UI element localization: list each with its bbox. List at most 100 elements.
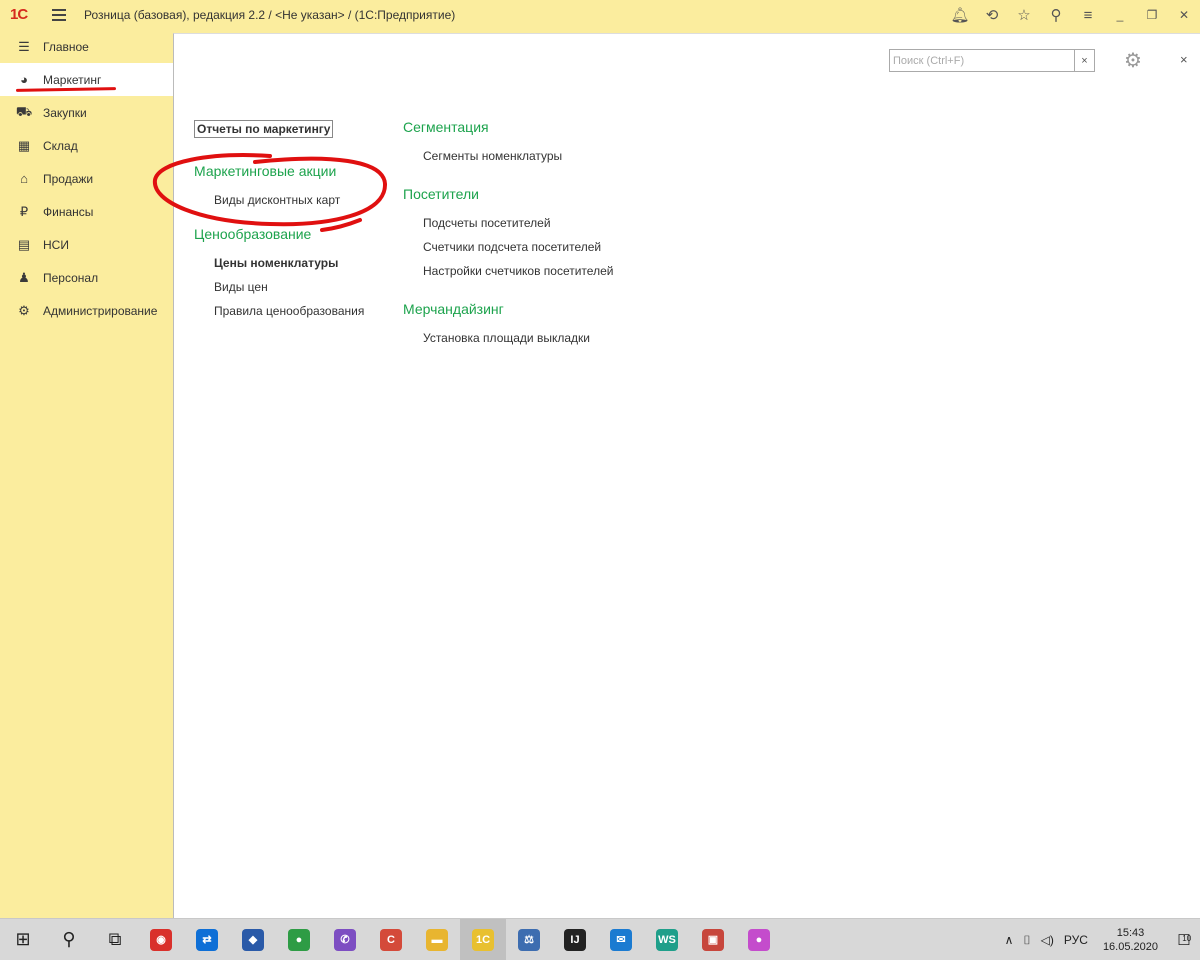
red-underline-annotation <box>15 87 117 92</box>
menu-link[interactable]: Виды цен <box>194 275 384 299</box>
windows-taskbar: ⊞ ⚲ ⧉ ◉ ⇄ ◆ ● ✆ C ▬ 1С ⚖ IJ ✉ WS ▣ ● ∧ ⌷ ◁) РУС 15:43 16… <box>0 918 1200 960</box>
menu-icon: ☰ <box>18 38 30 54</box>
sidebar-item[interactable]: ☰ Главное <box>0 30 173 63</box>
app-red[interactable]: ◉ <box>138 919 184 960</box>
search-button-icon: ⚲ <box>62 929 76 949</box>
search-input[interactable] <box>890 50 1074 71</box>
search-icon[interactable]: ⚲ <box>1040 0 1072 30</box>
bell-icon[interactable]: 🔔︎ <box>944 0 976 30</box>
sidebar-item-label: Администрирование <box>43 303 158 318</box>
app-intellij-icon: IJ <box>564 928 586 951</box>
menu-link[interactable]: Правила ценообразования <box>194 299 384 323</box>
volume-icon[interactable]: ◁) <box>1036 933 1059 947</box>
search-box: × <box>889 49 1095 72</box>
sidebar-item[interactable]: ⌂ Продажи <box>0 162 173 195</box>
marketing-reports-button[interactable]: Отчеты по маркетингу <box>194 120 334 138</box>
app-c-icon: C <box>380 928 402 951</box>
start-button[interactable]: ⊞ <box>0 919 46 960</box>
sidebar-item-label: Финансы <box>43 204 94 219</box>
app-blue-icon: ◆ <box>242 928 264 951</box>
sidebar-item[interactable]: ◕ Маркетинг <box>0 63 173 96</box>
sidebar-item[interactable]: ⚙ Администрирование <box>0 294 173 327</box>
sidebar-item-label: Главное <box>43 39 89 54</box>
sidebar-item[interactable]: ▤ НСИ <box>0 228 173 261</box>
sidebar-item-label: Маркетинг <box>43 72 102 87</box>
tray-chevron-icon[interactable]: ∧ <box>1000 933 1019 947</box>
pie-chart-icon: ◕ <box>20 72 28 87</box>
sidebar-item[interactable]: ⛟ Закупки <box>0 96 173 129</box>
menu-link[interactable]: Сегменты номенклатуры <box>403 144 663 168</box>
title-bar: 1С Розница (базовая), редакция 2.2 / <Не… <box>0 0 1200 30</box>
notification-count: 10 <box>1182 934 1192 943</box>
app-fns[interactable]: ⚖ <box>506 919 552 960</box>
catalog-icon: ▤ <box>17 236 31 252</box>
app-c[interactable]: C <box>368 919 414 960</box>
app-viber-icon: ✆ <box>334 928 356 951</box>
app-1c[interactable]: 1С <box>460 918 506 960</box>
app-blue[interactable]: ◆ <box>230 919 276 960</box>
star-icon[interactable]: ☆ <box>1008 0 1040 30</box>
menu-group: Мерчандайзинг Установка площади выкладки <box>403 300 663 350</box>
clock[interactable]: 15:43 16.05.2020 <box>1093 926 1168 954</box>
column-right: Сегментация Сегменты номенклатуры Посетите… <box>403 118 663 367</box>
history-icon[interactable]: ⟲ <box>976 0 1008 30</box>
search-button[interactable]: ⚲ <box>46 919 92 960</box>
basket-icon: ⌂ <box>20 171 28 186</box>
app-intellij[interactable]: IJ <box>552 919 598 960</box>
ruble-icon: ₽ <box>19 203 29 219</box>
close-panel-button[interactable]: × <box>1180 52 1188 67</box>
menu-link[interactable]: Подсчеты посетителей <box>403 211 663 235</box>
app-drop-icon: ● <box>748 928 770 951</box>
sections-sidebar: ☰ Главное ◕ Маркетинг ⛟ Закупки ▦ Склад ⌂ Продажи… <box>0 30 173 918</box>
menu-link[interactable]: Настройки счетчиков посетителей <box>403 259 663 283</box>
app-explorer[interactable]: ▬ <box>414 919 460 960</box>
app-1c-icon: 1С <box>472 928 494 951</box>
app-drop[interactable]: ● <box>736 919 782 960</box>
restore-icon[interactable]: ❐ <box>1136 0 1168 30</box>
sidebar-item[interactable]: ▦ Склад <box>0 129 173 162</box>
settings-icon[interactable]: ≡ <box>1072 0 1104 30</box>
close-icon[interactable]: ✕ <box>1168 0 1200 30</box>
sidebar-item-label: НСИ <box>43 237 69 252</box>
start-button-icon: ⊞ <box>15 929 31 949</box>
app-explorer-icon: ▬ <box>426 928 448 951</box>
app-chrome-icon: ● <box>288 928 310 951</box>
red-annotation-ellipse <box>152 153 388 232</box>
app-mail[interactable]: ✉ <box>598 919 644 960</box>
app-teamviewer-icon: ⇄ <box>196 928 218 951</box>
menu-link[interactable]: Установка площади выкладки <box>403 326 663 350</box>
warehouse-icon: ▦ <box>17 137 31 153</box>
person-icon: ♟ <box>18 269 30 285</box>
sidebar-item[interactable]: ₽ Финансы <box>0 195 173 228</box>
task-view-button[interactable]: ⧉ <box>92 919 138 960</box>
language-indicator[interactable]: РУС <box>1059 933 1093 947</box>
network-icon[interactable]: ⌷ <box>1018 933 1035 948</box>
app-webstorm[interactable]: WS <box>644 919 690 960</box>
sidebar-item-label: Продажи <box>43 171 94 186</box>
sidebar-item-label: Персонал <box>43 270 99 285</box>
sidebar-item[interactable]: ♟ Персонал <box>0 261 173 294</box>
clock-date: 16.05.2020 <box>1102 941 1158 953</box>
app-webstorm-icon: WS <box>656 928 678 951</box>
sidebar-item-label: Склад <box>43 138 78 153</box>
search-clear-button[interactable]: × <box>1074 50 1094 71</box>
app-game[interactable]: ▣ <box>690 919 736 960</box>
cart-icon: ⛟ <box>15 103 33 119</box>
gear-icon: ⚙ <box>18 302 30 318</box>
app-teamviewer[interactable]: ⇄ <box>184 919 230 960</box>
menu-group: Посетители Подсчеты посетителей Счетчики п… <box>403 185 663 283</box>
notification-center-icon[interactable]: ☐ 10 <box>1168 919 1200 960</box>
app-red-icon: ◉ <box>150 928 172 951</box>
group-title: Сегментация <box>403 119 489 135</box>
minimize-icon[interactable]: _ <box>1104 0 1136 30</box>
app-game-icon: ▣ <box>702 928 724 951</box>
app-viber[interactable]: ✆ <box>322 919 368 960</box>
system-tray: ∧ ⌷ ◁) РУС 15:43 16.05.2020 ☐ 10 <box>1000 919 1200 960</box>
menu-link[interactable]: Счетчики подсчета посетителей <box>403 235 663 259</box>
clock-time: 15:43 <box>1116 927 1145 939</box>
app-chrome[interactable]: ● <box>276 919 322 960</box>
menu-link[interactable]: Цены номенклатуры <box>194 251 384 275</box>
gear-icon[interactable]: ⚙ <box>1124 48 1142 73</box>
main-menu-icon[interactable] <box>52 9 66 21</box>
app-fns-icon: ⚖ <box>518 928 540 951</box>
